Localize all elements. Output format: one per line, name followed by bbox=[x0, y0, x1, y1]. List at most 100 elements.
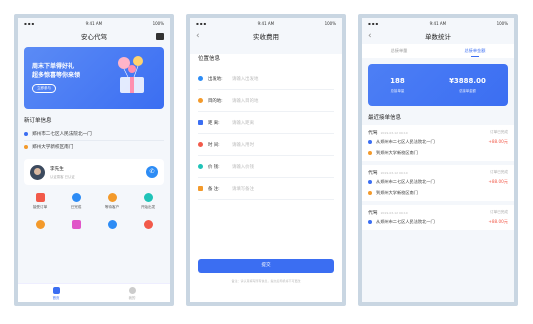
order-status: 订单已完成 bbox=[490, 210, 508, 214]
grid-item[interactable] bbox=[94, 220, 130, 229]
field-placeholder[interactable]: 请输入目的地 bbox=[232, 98, 258, 104]
status-time: 9:41 AM bbox=[429, 20, 447, 26]
order-card[interactable]: 代驾 2019-03-12 09:10 订单已完成 从郑州市二七区人民法院北一门 +8… bbox=[362, 125, 514, 161]
tab-mine-label: 我的 bbox=[128, 295, 136, 300]
stats-card: 188 总接单量 ¥3888.00 总接单金额 bbox=[368, 64, 508, 106]
status-bar: ▪▪▪ 9:41 AM 100% bbox=[18, 18, 170, 28]
grid-label: 接受订单 bbox=[32, 205, 48, 209]
stat-count-value: 188 bbox=[390, 77, 405, 85]
grid-icon bbox=[143, 193, 153, 202]
back-chevron-icon[interactable]: ‹ bbox=[196, 31, 200, 41]
location-section-title: 位置信息 bbox=[198, 56, 221, 62]
order-card[interactable]: 代驾 2019-03-12 09:10 订单已完成 从郑州市二七区人民法院北一门 +8… bbox=[362, 165, 514, 201]
stat-count: 188 总接单量 bbox=[390, 77, 405, 93]
phone-icon: ✆ bbox=[149, 168, 155, 175]
grid-icon bbox=[107, 193, 117, 202]
clock-icon bbox=[198, 142, 203, 147]
message-icon[interactable] bbox=[156, 32, 164, 40]
grid-label: 已完成 bbox=[70, 205, 82, 209]
gift-illustration-icon bbox=[118, 56, 144, 93]
avatar bbox=[30, 164, 45, 180]
grid-item[interactable]: 开始出发 bbox=[130, 193, 166, 210]
grid-item[interactable] bbox=[58, 220, 94, 229]
tab-home[interactable]: 首页 bbox=[52, 286, 60, 300]
field-note[interactable]: 备 注: 请填写备注 bbox=[198, 178, 334, 200]
submit-button[interactable]: 提交 bbox=[198, 259, 334, 273]
back-chevron-icon[interactable]: ‹ bbox=[368, 31, 372, 41]
status-time: 9:41 AM bbox=[257, 20, 275, 26]
customer-card[interactable]: 李先生 认证乘客 已认证 ✆ bbox=[24, 159, 164, 185]
grid-icon bbox=[35, 220, 45, 229]
stat-amount-label: 总接单金额 bbox=[458, 89, 476, 93]
signal-icon: ▪▪▪ bbox=[24, 20, 36, 26]
grid-item[interactable]: 已完成 bbox=[58, 193, 94, 210]
order-price: +88.00元 bbox=[488, 218, 508, 224]
field-time[interactable]: 时 间: 请输入用时 bbox=[198, 134, 334, 156]
tab-mine[interactable]: 我的 bbox=[128, 286, 136, 300]
grid-icon bbox=[107, 220, 117, 229]
tab-order-count[interactable]: 总接单量 bbox=[391, 48, 408, 54]
battery-level: 100% bbox=[496, 20, 508, 26]
distance-icon bbox=[198, 120, 203, 125]
field-placeholder[interactable]: 请填写备注 bbox=[232, 186, 254, 192]
user-icon bbox=[128, 286, 136, 294]
order-price: +88.00元 bbox=[488, 178, 508, 184]
start-dot-icon bbox=[24, 132, 28, 136]
grid-item[interactable] bbox=[130, 220, 166, 229]
grid-label: 等待客户 bbox=[104, 205, 120, 209]
order-to-text: 到郑州大学新校区南门 bbox=[376, 189, 418, 195]
stats-screen: ▪▪▪ 9:41 AM 100% ‹ 单数统计 总接单量 总接单金额 188 总… bbox=[358, 14, 518, 306]
order-time: 2019-03-12 09:10 bbox=[380, 211, 408, 215]
order-card[interactable]: 代驾 2019-03-12 09:10 订单已完成 从郑州市二七区人民法院北一门 +8… bbox=[362, 205, 514, 230]
grid-icon bbox=[71, 193, 81, 202]
recent-orders-title: 最近接单信息 bbox=[368, 115, 402, 121]
order-from[interactable]: 郑州市二七区人民法院北一门 bbox=[24, 128, 164, 140]
order-to[interactable]: 郑州大学新校区南门 bbox=[24, 141, 164, 153]
grid-icon bbox=[35, 193, 45, 202]
new-orders-title: 新订单信息 bbox=[24, 118, 52, 124]
battery-level: 100% bbox=[324, 20, 336, 26]
status-time: 9:41 AM bbox=[85, 20, 103, 26]
field-placeholder[interactable]: 请输入用时 bbox=[232, 142, 254, 148]
order-type: 代驾 bbox=[368, 131, 378, 136]
field-label: 距 离: bbox=[208, 120, 220, 126]
field-price[interactable]: 价 钱: 请输入价钱 bbox=[198, 156, 334, 178]
grid-item[interactable]: 等待客户 bbox=[94, 193, 130, 210]
start-dot-icon bbox=[368, 219, 372, 224]
call-button[interactable]: ✆ bbox=[146, 166, 158, 178]
field-placeholder[interactable]: 请输入出发地 bbox=[232, 76, 258, 82]
end-dot-icon bbox=[368, 150, 372, 155]
order-status: 订单已完成 bbox=[490, 170, 508, 174]
tab-bar: 首页 我的 bbox=[18, 283, 170, 302]
status-bar: ▪▪▪ 9:41 AM 100% bbox=[362, 18, 514, 28]
order-from-text: 从郑州市二七区人民法院北一门 bbox=[376, 218, 435, 224]
order-from-text: 郑州市二七区人民法院北一门 bbox=[32, 132, 92, 137]
nav-bar: ‹ 实收费用 bbox=[190, 28, 342, 44]
order-to-text: 郑州大学新校区南门 bbox=[32, 145, 74, 150]
nav-bar: ‹ 单数统计 bbox=[362, 28, 514, 44]
location-icon bbox=[198, 76, 203, 81]
field-placeholder[interactable]: 请输入距离 bbox=[232, 120, 254, 126]
field-to[interactable]: 目的地: 请输入目的地 bbox=[198, 90, 334, 112]
tab-order-amount[interactable]: 总接单金额 bbox=[464, 48, 485, 57]
start-dot-icon bbox=[368, 179, 372, 184]
order-time: 2019-03-12 09:10 bbox=[380, 171, 408, 175]
field-placeholder[interactable]: 请输入价钱 bbox=[232, 164, 254, 170]
field-from[interactable]: 出发地: 请输入出发地 bbox=[198, 68, 334, 90]
page-title: 实收费用 bbox=[253, 33, 279, 41]
customer-sub: 认证乘客 已认证 bbox=[50, 174, 75, 179]
action-grid: 接受订单 已完成 等待客户 开始出发 bbox=[22, 193, 166, 229]
field-label: 时 间: bbox=[208, 142, 220, 148]
signal-icon: ▪▪▪ bbox=[368, 20, 380, 26]
grid-item[interactable]: 接受订单 bbox=[22, 193, 58, 210]
field-label: 目的地: bbox=[208, 98, 223, 104]
promo-banner[interactable]: 周末下单得好礼 超多惊喜等你来领 立即参与 bbox=[24, 47, 164, 109]
status-bar: ▪▪▪ 9:41 AM 100% bbox=[190, 18, 342, 28]
field-label: 价 钱: bbox=[208, 164, 220, 170]
form-note: 备注：请认真填写所有信息，提交后司机将不可更改 bbox=[231, 279, 301, 283]
field-distance[interactable]: 距 离: 请输入距离 bbox=[198, 112, 334, 134]
grid-item[interactable] bbox=[22, 220, 58, 229]
banner-join-button[interactable]: 立即参与 bbox=[32, 84, 56, 93]
location-icon bbox=[198, 98, 203, 103]
order-status: 订单已完成 bbox=[490, 130, 508, 134]
